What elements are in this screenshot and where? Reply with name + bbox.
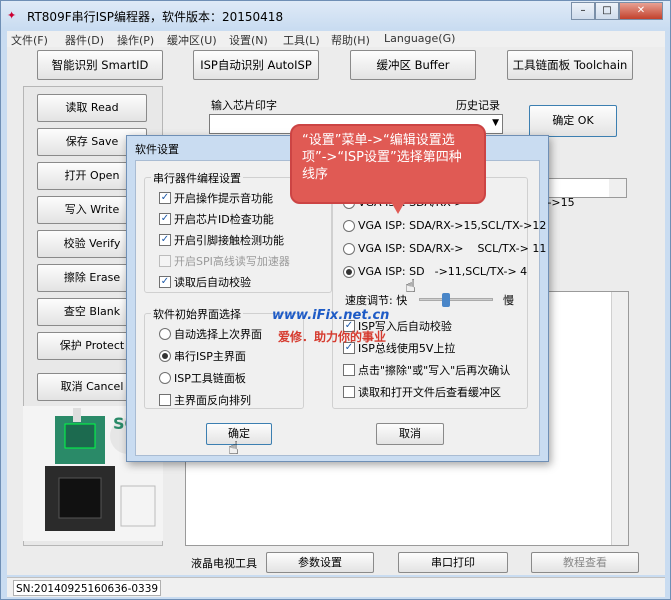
menu-bar: 文件(F) 器件(D) 操作(P) 缓冲区(U) 设置(N) 工具(L) 帮助(… — [7, 31, 665, 47]
watermark-url: www.iFix.net.cn — [272, 308, 390, 323]
chip-marking-label: 输入芯片印字 — [211, 99, 277, 112]
history-label: 历史记录 — [456, 99, 500, 112]
radio-icon[interactable] — [343, 265, 355, 278]
checkbox-icon[interactable]: ✓ — [159, 192, 171, 204]
close-button[interactable]: ✕ — [619, 2, 663, 20]
dialog-title: 软件设置 — [135, 143, 179, 156]
params-button[interactable]: 参数设置 — [266, 552, 374, 573]
read-button[interactable]: 读取 Read — [37, 94, 147, 122]
menu-tools[interactable]: 工具(L) — [283, 32, 320, 48]
toolchain-button[interactable]: 工具链面板 Toolchain — [507, 50, 633, 80]
checkbox-icon[interactable] — [343, 364, 355, 376]
log-scrollbar[interactable] — [611, 292, 628, 545]
option-suffix: ->11,SCL/TX-> 4 — [434, 265, 528, 278]
option-label: 开启芯片ID检查功能 — [174, 213, 274, 226]
tutorial-button[interactable]: 教程查看 — [531, 552, 639, 573]
option-beep[interactable]: ✓ 开启操作提示音功能 — [159, 190, 273, 206]
option-reverse-layout[interactable]: 主界面反向排列 — [159, 392, 251, 408]
option-label: ISP工具链面板 — [174, 372, 246, 385]
serial-number: SN:20140925160636-0339 — [13, 580, 161, 596]
dialog-cancel-button[interactable]: 取消 — [376, 423, 444, 445]
option-pin-check[interactable]: ✓ 开启引脚接触检测功能 — [159, 232, 284, 248]
option-label: 点击"擦除"或"写入"后再次确认 — [358, 364, 511, 377]
hand-cursor-icon: ☝ — [228, 438, 239, 459]
radio-icon[interactable] — [343, 242, 355, 255]
menu-file[interactable]: 文件(F) — [11, 32, 48, 48]
checkbox-icon[interactable]: ✓ — [159, 213, 171, 225]
status-bar: SN:20140925160636-0339 — [7, 577, 665, 597]
option-chip-id[interactable]: ✓ 开启芯片ID检查功能 — [159, 211, 274, 227]
speed-slow-label: 慢 — [503, 294, 514, 307]
radio-icon[interactable] — [343, 219, 355, 232]
maximize-button[interactable]: □ — [595, 2, 619, 20]
option-label: 串行ISP主界面 — [174, 350, 246, 363]
menu-help[interactable]: 帮助(H) — [331, 32, 370, 48]
option-view-buffer[interactable]: 读取和打开文件后查看缓冲区 — [343, 384, 501, 400]
checkbox-icon[interactable]: ✓ — [159, 276, 171, 288]
menu-language[interactable]: Language(G) — [384, 32, 455, 45]
chevron-down-icon[interactable]: ▼ — [492, 118, 499, 128]
radio-icon[interactable] — [159, 350, 171, 362]
option-confirm-erase-write[interactable]: 点击"擦除"或"写入"后再次确认 — [343, 362, 510, 378]
watermark-slogan: 爱修．助力你的事业 — [278, 330, 387, 344]
menu-device[interactable]: 器件(D) — [65, 32, 104, 48]
auto-isp-button[interactable]: ISP自动识别 AutoISP — [193, 50, 319, 80]
title-bar: ✦ RT809F串行ISP编程器，软件版本：20150418 – □ ✕ — [1, 1, 670, 29]
option-label: 开启操作提示音功能 — [174, 192, 273, 205]
buffer-button[interactable]: 缓冲区 Buffer — [350, 50, 476, 80]
radio-toolchain[interactable]: ISP工具链面板 — [159, 370, 246, 386]
window-title: RT809F串行ISP编程器，软件版本：20150418 — [27, 10, 284, 24]
option-label: 自动选择上次界面 — [174, 328, 262, 341]
radio-isp-line-2[interactable]: VGA ISP: SDA/RX->15,SCL/TX->12 — [343, 219, 546, 232]
minimize-button[interactable]: – — [571, 2, 595, 20]
confirm-ok-button[interactable]: 确定 OK — [529, 105, 617, 137]
radio-icon[interactable] — [159, 328, 171, 340]
checkbox-icon[interactable] — [343, 386, 355, 398]
lcd-tv-tools-label: 液晶电视工具 — [191, 557, 257, 570]
serial-group-title: 串行器件编程设置 — [151, 170, 243, 186]
checkbox-icon[interactable]: ✓ — [159, 234, 171, 246]
option-suffix: SCL/TX-> 11 — [477, 242, 547, 255]
isp-settings-group: VGA ISP: SDA/RX-> ->15 VGA ISP: SDA/RX->1… — [332, 177, 575, 409]
checkbox-icon — [159, 255, 171, 267]
option-verify-after-read[interactable]: ✓ 读取后自动校验 — [159, 274, 251, 290]
option-label: 开启SPI高线读写加速器 — [174, 255, 290, 268]
option-label: VGA ISP: SDA/RX->15,SCL/TX->12 — [358, 219, 547, 232]
menu-buffer[interactable]: 缓冲区(U) — [167, 32, 217, 48]
option-label: 主界面反向排列 — [174, 394, 251, 407]
callout-pointer — [390, 200, 406, 214]
menu-settings[interactable]: 设置(N) — [229, 32, 268, 48]
menu-operation[interactable]: 操作(P) — [117, 32, 154, 48]
option-suffix: ->15 — [547, 196, 575, 209]
list-scrollbar[interactable] — [609, 179, 626, 197]
init-group-title: 软件初始界面选择 — [151, 306, 243, 322]
radio-isp-line-3[interactable]: VGA ISP: SDA/RX-> SCL/TX-> 11 — [343, 242, 546, 255]
option-label: 开启引脚接触检测功能 — [174, 234, 284, 247]
radio-isp-line-4[interactable]: VGA ISP: SD ->11,SCL/TX-> 4 — [343, 265, 527, 278]
radio-isp-main[interactable]: 串行ISP主界面 — [159, 348, 246, 364]
radio-icon[interactable] — [159, 372, 171, 384]
dialog-ok-button[interactable]: 确定 — [206, 423, 272, 445]
serial-print-button[interactable]: 串口打印 — [398, 552, 508, 573]
speed-label: 速度调节: 快 — [345, 294, 408, 307]
speed-slider[interactable] — [419, 293, 493, 307]
option-label: 读取和打开文件后查看缓冲区 — [358, 386, 501, 399]
annotation-callout: “设置”菜单->“编辑设置选项”->“ISP设置”选择第四种线序 — [290, 124, 486, 204]
option-spi-accel: 开启SPI高线读写加速器 — [159, 253, 290, 269]
smart-id-button[interactable]: 智能识别 SmartID — [37, 50, 163, 80]
option-label: 读取后自动校验 — [174, 276, 251, 289]
app-icon: ✦ — [7, 9, 17, 22]
speed-slider-thumb[interactable] — [442, 293, 450, 307]
checkbox-icon[interactable] — [159, 394, 171, 406]
option-label: VGA ISP: SDA/RX-> — [358, 242, 464, 255]
hand-cursor-icon: ☝ — [405, 276, 416, 297]
radio-last-screen[interactable]: 自动选择上次界面 — [159, 326, 262, 342]
